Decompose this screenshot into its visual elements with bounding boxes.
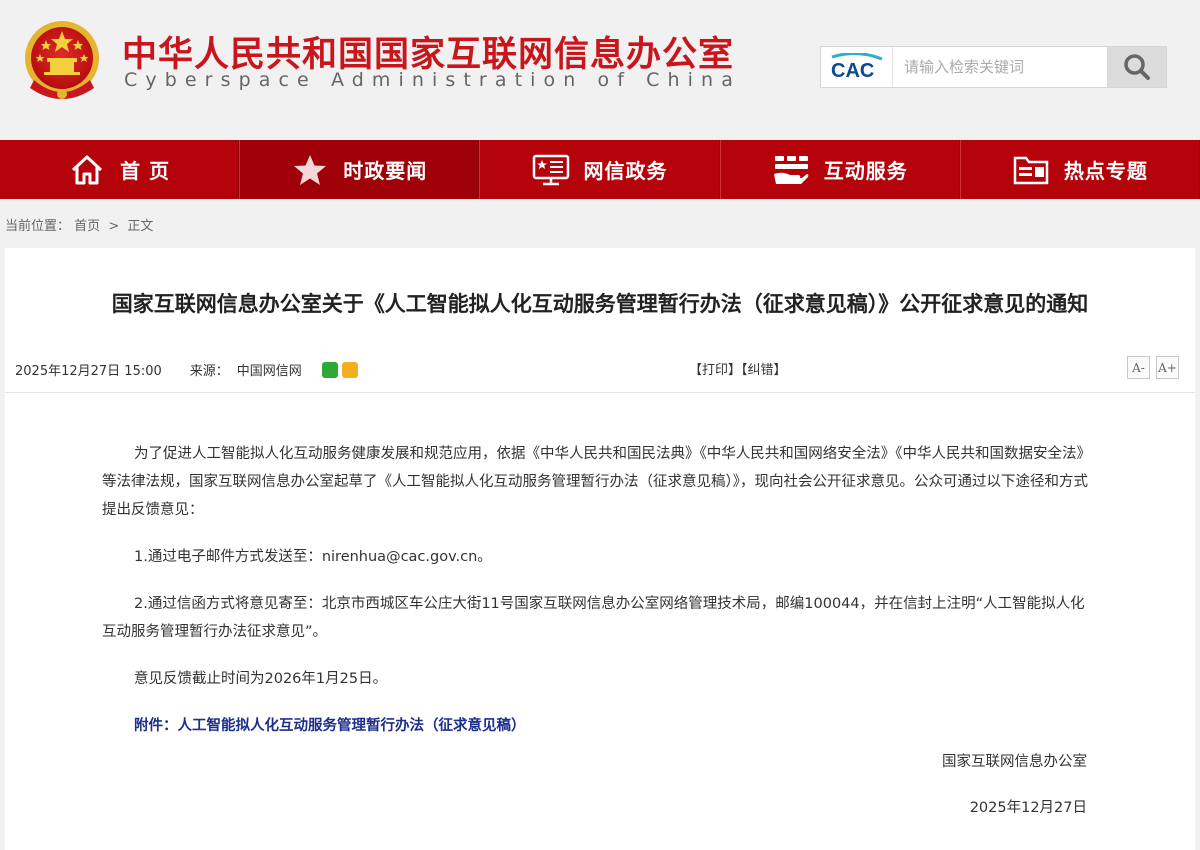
breadcrumb-home-link[interactable]: 首页 — [74, 219, 100, 234]
site-header: 中华人民共和国国家互联网信息办公室 Cyberspace Administrat… — [0, 0, 1200, 140]
meta-divider — [5, 392, 1195, 393]
cac-logo-text: CAC — [831, 60, 874, 81]
main-nav: 首 页 时政要闻 网信政务 互动服务 热点专题 — [0, 140, 1200, 199]
breadcrumb-separator: > — [108, 219, 120, 234]
nav-item-interactive[interactable]: 互动服务 — [719, 140, 960, 199]
folder-icon — [1012, 151, 1050, 189]
attachment-link[interactable]: 附件：人工智能拟人化互动服务管理暂行办法（征求意见稿） — [102, 712, 1092, 740]
article-signature: 国家互联网信息办公室 — [942, 754, 1087, 770]
star-icon — [291, 151, 329, 189]
breadcrumb: 当前位置： 首页 > 正文 — [5, 215, 153, 234]
handshake-icon — [772, 151, 810, 189]
nav-item-gov-affairs[interactable]: 网信政务 — [479, 140, 720, 199]
home-icon — [68, 151, 106, 189]
nav-item-home[interactable]: 首 页 — [0, 140, 240, 199]
nav-item-label: 网信政务 — [583, 159, 668, 183]
article-paragraph: 意见反馈截止时间为2026年1月25日。 — [134, 671, 388, 687]
article-container: 国家互联网信息办公室关于《人工智能拟人化互动服务管理暂行办法（征求意见稿）》公开… — [5, 248, 1195, 850]
article-paragraph: 为了促进人工智能拟人化互动服务健康发展和规范应用，依据《中华人民共和国民法典》《… — [102, 446, 1091, 518]
monitor-icon — [532, 151, 570, 189]
nav-item-topics[interactable]: 热点专题 — [959, 140, 1200, 199]
font-decrease-button[interactable]: A- — [1127, 356, 1150, 379]
font-size-controls: A- A+ — [1127, 356, 1179, 379]
print-links: 【打印】【纠错】 — [689, 359, 787, 378]
share-buttons — [321, 361, 358, 378]
article-source: 中国网信网 — [236, 364, 302, 379]
article-title: 国家互联网信息办公室关于《人工智能拟人化互动服务管理暂行办法（征求意见稿）》公开… — [111, 292, 1089, 316]
breadcrumb-current: 正文 — [127, 219, 154, 234]
correct-link[interactable]: 【纠错】 — [741, 363, 787, 378]
nav-item-label: 互动服务 — [823, 159, 908, 183]
nav-item-label: 热点专题 — [1063, 159, 1148, 183]
article-signature-date: 2025年12月27日 — [969, 800, 1087, 816]
nav-item-label: 首 页 — [120, 159, 171, 183]
national-emblem-icon[interactable] — [22, 18, 102, 104]
wechat-share-icon[interactable] — [321, 361, 338, 378]
search-input[interactable] — [894, 47, 1108, 87]
nav-item-label: 时政要闻 — [343, 159, 428, 183]
qzone-share-icon[interactable] — [341, 361, 358, 378]
article-paragraph: 2.通过信函方式将意见寄至：北京市西城区车公庄大街11号国家互联网信息办公室网络… — [102, 596, 1085, 640]
site-title-en: Cyberspace Administration of China — [124, 69, 741, 91]
print-link[interactable]: 【打印】 — [689, 363, 741, 378]
source-label: 来源： — [189, 364, 229, 379]
breadcrumb-label: 当前位置： — [5, 219, 71, 234]
search-button[interactable] — [1107, 47, 1166, 87]
search-icon — [1123, 54, 1150, 80]
search-box: CAC — [820, 46, 1167, 88]
article-paragraph: 1.通过电子邮件方式发送至：nirenhua@cac.gov.cn。 — [134, 549, 492, 565]
article-meta: 2025年12月27日 15:00 来源： 中国网信网 — [15, 360, 358, 379]
font-increase-button[interactable]: A+ — [1156, 356, 1179, 379]
nav-item-news[interactable]: 时政要闻 — [239, 140, 480, 199]
article-body: 为了促进人工智能拟人化互动服务健康发展和规范应用，依据《中华人民共和国民法典》《… — [102, 440, 1092, 759]
cac-logo: CAC — [821, 47, 893, 87]
article-date: 2025年12月27日 15:00 — [15, 364, 162, 379]
